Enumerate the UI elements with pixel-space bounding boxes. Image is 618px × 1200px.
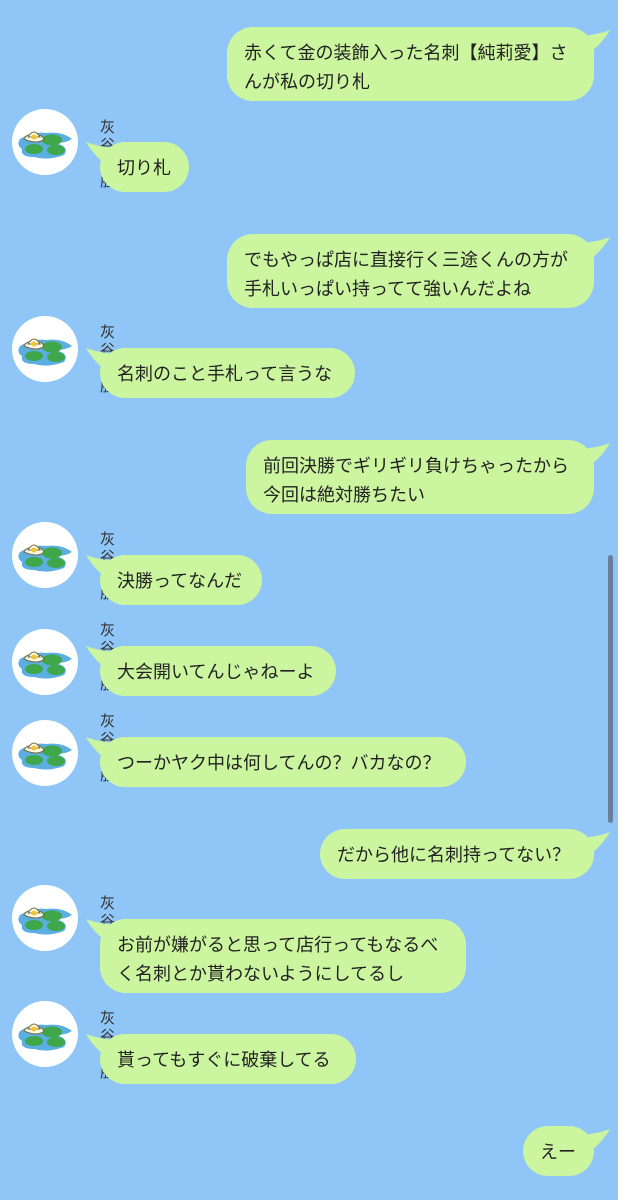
message-line: えー (540, 1142, 576, 1163)
message-line: でもやっぱ店に直接行く三途くんの方が (244, 250, 568, 271)
bubble-tail (582, 237, 610, 263)
water-lily-icon (18, 1023, 72, 1051)
message-line: 切り札 (117, 158, 171, 179)
water-lily-icon (18, 338, 72, 366)
message-line: 名刺のこと手札って言うな (117, 364, 333, 385)
message-line: んが私の切り札 (244, 72, 370, 93)
message-line: 手札いっぱい持ってて強いんだよね (244, 279, 532, 300)
message-bubble[interactable]: 大会開いてんじゃねーよ (100, 646, 336, 696)
water-lily-icon (18, 544, 72, 572)
message-line: く名刺とか貰わないようにしてるし (117, 964, 405, 985)
chat-area[interactable]: 赤くて金の装飾入った名刺【純莉愛】さ んが私の切り札 灰谷竜胆 切り札 でもやっ… (0, 0, 618, 1200)
bubble-tail (582, 443, 610, 469)
message-bubble[interactable]: 決勝ってなんだ (100, 555, 262, 605)
water-lily-icon (18, 651, 72, 679)
message-bubble[interactable]: 前回決勝でギリギリ負けちゃったから 今回は絶対勝ちたい (246, 440, 594, 514)
message-line: 貰ってもすぐに破棄してる (117, 1050, 331, 1071)
message-line: 前回決勝でギリギリ負けちゃったから (263, 456, 569, 477)
message-line: 今回は絶対勝ちたい (263, 485, 425, 506)
message-line: お前が嫌がると思って店行ってもなるべ (117, 935, 439, 956)
avatar[interactable] (12, 316, 78, 382)
message-line: 大会開いてんじゃねーよ (117, 662, 315, 683)
avatar[interactable] (12, 885, 78, 951)
message-bubble[interactable]: だから他に名刺持ってない？ (320, 829, 594, 879)
message-bubble[interactable]: お前が嫌がると思って店行ってもなるべ く名刺とか貰わないようにしてるし (100, 919, 466, 993)
bubble-tail (582, 1129, 610, 1155)
message-bubble[interactable]: つーかヤク中は何してんの？バカなの？ (100, 737, 466, 787)
message-line: だから他に名刺持ってない？ (337, 845, 571, 866)
avatar[interactable] (12, 629, 78, 695)
message-bubble[interactable]: 赤くて金の装飾入った名刺【純莉愛】さ んが私の切り札 (227, 27, 594, 101)
bubble-tail (582, 30, 610, 56)
water-lily-icon (18, 131, 72, 159)
message-bubble[interactable]: 名刺のこと手札って言うな (100, 348, 355, 398)
message-bubble[interactable]: でもやっぱ店に直接行く三途くんの方が 手札いっぱい持ってて強いんだよね (227, 234, 594, 308)
message-line: 赤くて金の装飾入った名刺【純莉愛】さ (244, 43, 568, 64)
avatar[interactable] (12, 109, 78, 175)
avatar[interactable] (12, 522, 78, 588)
water-lily-icon (18, 742, 72, 770)
message-bubble[interactable]: 貰ってもすぐに破棄してる (100, 1034, 356, 1084)
message-bubble[interactable]: 切り札 (100, 142, 189, 192)
avatar[interactable] (12, 1001, 78, 1067)
avatar[interactable] (12, 720, 78, 786)
message-line: 決勝ってなんだ (117, 571, 243, 592)
bubble-tail (582, 832, 610, 858)
scrollbar[interactable] (608, 555, 613, 823)
water-lily-icon (18, 907, 72, 935)
message-line: つーかヤク中は何してんの？バカなの？ (117, 753, 441, 774)
